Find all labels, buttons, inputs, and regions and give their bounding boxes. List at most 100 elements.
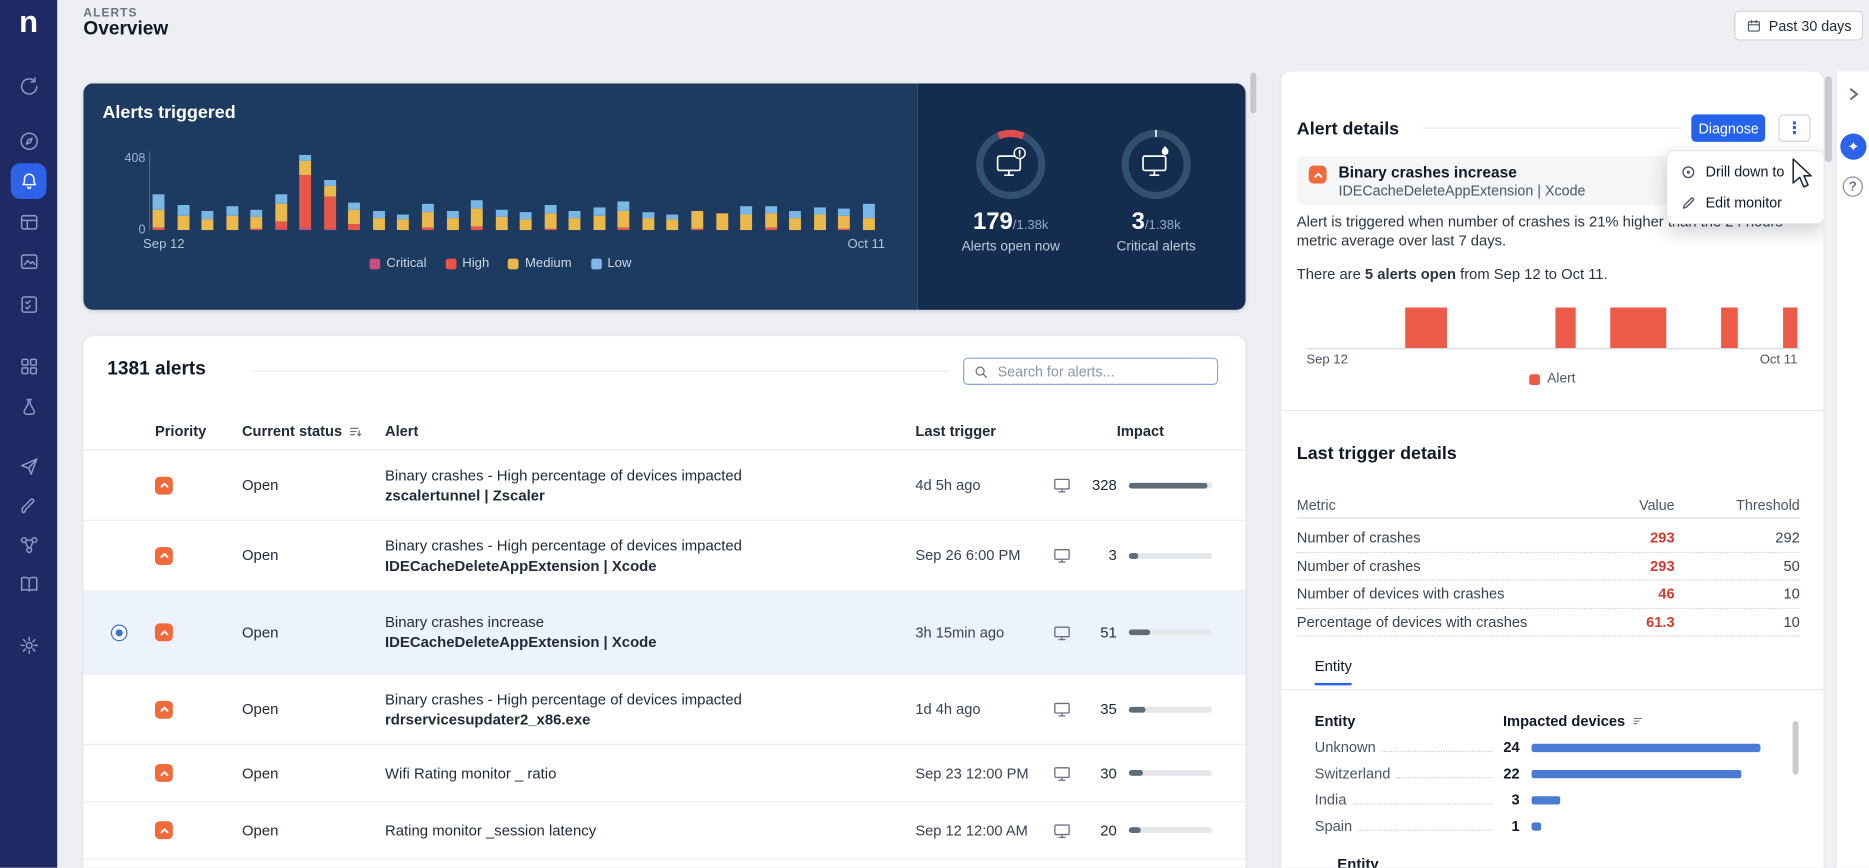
chart-bar[interactable] xyxy=(299,154,312,231)
bar-segment xyxy=(226,215,238,231)
bar-segment xyxy=(495,216,508,231)
chart-bar[interactable] xyxy=(642,211,655,231)
alerts-rows: Open Binary crashes - High percentage of … xyxy=(83,451,1246,860)
bar-segment xyxy=(568,210,581,218)
bar-segment xyxy=(519,212,532,219)
chart-bar[interactable] xyxy=(666,214,679,231)
chart-bar[interactable] xyxy=(201,210,214,231)
chart-bar[interactable] xyxy=(789,211,802,231)
alert-row[interactable]: Open Binary crashes - High percentage of … xyxy=(83,521,1246,592)
checklist-icon[interactable] xyxy=(11,286,47,322)
bar-segment xyxy=(421,211,434,228)
sort-icon xyxy=(1632,717,1642,725)
selected-radio[interactable] xyxy=(110,623,128,641)
investigate-flask-icon[interactable] xyxy=(11,389,47,425)
chart-bar[interactable] xyxy=(177,205,189,231)
chart-bar[interactable] xyxy=(446,211,459,231)
chart-bar[interactable] xyxy=(838,208,851,231)
nexthink-logo[interactable]: n xyxy=(0,2,57,40)
bar-segment xyxy=(715,213,728,231)
tab-entity[interactable]: Entity xyxy=(1314,658,1352,686)
remediation-pen-icon[interactable] xyxy=(11,487,47,523)
alert-timeline-bar xyxy=(1405,307,1447,349)
chart-bar[interactable] xyxy=(862,203,875,231)
chart-bar[interactable] xyxy=(152,194,165,231)
bar-segment xyxy=(323,228,336,231)
chart-bar[interactable] xyxy=(372,211,385,231)
workflow-icon[interactable] xyxy=(11,527,47,563)
chart-bar[interactable] xyxy=(495,209,508,231)
bar-segment xyxy=(838,228,851,231)
media-icon[interactable] xyxy=(11,243,47,279)
chart-bar[interactable] xyxy=(226,205,238,231)
y-axis-min: 0 xyxy=(138,222,146,238)
alert-row[interactable]: Open Binary crashes increase IDECacheDelet… xyxy=(83,591,1246,675)
settings-gear-icon[interactable] xyxy=(11,627,47,663)
alert-row[interactable]: Open Binary crashes - High percentage of … xyxy=(83,451,1246,521)
chart-bar[interactable] xyxy=(813,207,826,231)
chart-bar[interactable] xyxy=(421,203,434,231)
chart-bar[interactable] xyxy=(715,213,728,231)
alert-row[interactable]: Open Wifi Rating monitor _ ratio Sep 23 12… xyxy=(83,745,1246,803)
entity-scrollbar-thumb[interactable] xyxy=(1792,721,1799,775)
bar-segment xyxy=(544,228,557,231)
time-range-button[interactable]: Past 30 days xyxy=(1734,10,1864,41)
chart-bar[interactable] xyxy=(593,207,606,231)
divider xyxy=(1421,127,1682,129)
kebab-menu-button[interactable]: ⋮ xyxy=(1778,114,1811,142)
metric-row: Number of crashes 293 292 xyxy=(1296,524,1800,553)
chart-bar[interactable] xyxy=(275,194,287,231)
alert-timeline-bar xyxy=(1609,307,1667,349)
campaigns-plane-icon[interactable] xyxy=(11,448,47,484)
alert-context: IDECacheDeleteAppExtension | Xcode xyxy=(1338,182,1586,200)
alert-row[interactable]: Open Binary crashes - High percentage of … xyxy=(83,675,1246,745)
page-title: Overview xyxy=(83,19,169,40)
bar-segment xyxy=(421,203,434,212)
compass-icon[interactable] xyxy=(11,123,47,159)
alerts-bell-icon[interactable] xyxy=(10,163,47,200)
diagnose-button[interactable]: Diagnose xyxy=(1691,114,1766,142)
chart-bar[interactable] xyxy=(617,201,630,231)
chart-bar[interactable] xyxy=(348,202,361,231)
chart-bar[interactable] xyxy=(519,212,532,231)
sort-icon xyxy=(350,427,362,436)
alert-row[interactable]: Open Rating monitor _session latency Sep 1… xyxy=(83,802,1246,860)
timeline-start: Sep 12 xyxy=(1306,352,1348,368)
bar-segment xyxy=(299,161,312,175)
refresh-icon[interactable] xyxy=(11,68,47,104)
library-book-icon[interactable] xyxy=(11,566,47,602)
timeline-end: Oct 11 xyxy=(1759,352,1798,368)
impacted-devices-column-header[interactable]: Impacted devices xyxy=(1503,713,1643,729)
impact-count: 30 xyxy=(1100,764,1117,782)
menu-item-edit[interactable]: Edit monitor xyxy=(1667,187,1823,218)
metric-row: Number of devices with crashes 46 10 xyxy=(1296,580,1800,609)
column-current-status[interactable]: Current status xyxy=(242,423,385,439)
entity-column-header: Entity xyxy=(1314,712,1356,730)
assistant-icon[interactable]: ✦ xyxy=(1840,133,1867,160)
bar-segment xyxy=(862,218,875,231)
help-icon[interactable]: ? xyxy=(1842,176,1863,197)
apps-grid-icon[interactable] xyxy=(11,348,47,384)
row-last-trigger: Sep 12 12:00 AM xyxy=(915,821,1028,839)
chart-bar[interactable] xyxy=(470,199,483,231)
chart-bar[interactable] xyxy=(740,205,753,231)
panel-scrollbar-track[interactable] xyxy=(1824,71,1832,868)
dashboards-icon[interactable] xyxy=(11,204,47,240)
chart-bar[interactable] xyxy=(691,210,704,231)
chart-bar[interactable] xyxy=(544,205,557,231)
alerts-count-title: 1381 alerts xyxy=(107,358,206,380)
panel-scrollbar-thumb[interactable] xyxy=(1824,76,1832,163)
main-scrollbar-thumb[interactable] xyxy=(1250,72,1257,114)
search-input[interactable] xyxy=(995,361,1208,381)
chart-bar[interactable] xyxy=(250,209,263,231)
bar-segment xyxy=(348,224,361,231)
collapse-chevron-icon[interactable] xyxy=(1846,87,1860,101)
gauge-label: Alerts open now xyxy=(961,239,1060,254)
chart-bar[interactable] xyxy=(568,210,581,231)
chart-bar[interactable] xyxy=(764,206,777,231)
chart-bar[interactable] xyxy=(397,214,410,231)
legend-swatch xyxy=(369,258,381,269)
legend-swatch xyxy=(508,258,520,269)
chart-bar[interactable] xyxy=(323,179,336,231)
impact-count: 328 xyxy=(1091,476,1117,494)
